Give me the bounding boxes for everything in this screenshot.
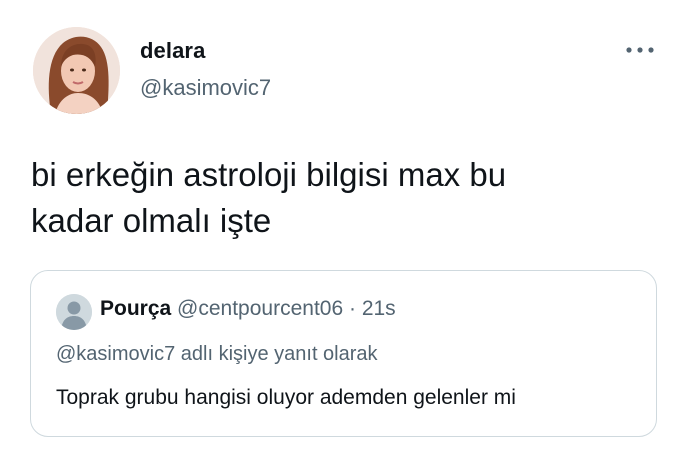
quoted-tweet-header: Pourça @centpourcent06 · 21s (100, 297, 396, 321)
quoted-tweet-time[interactable]: 21s (362, 297, 396, 320)
quoted-author-name[interactable]: Pourça (100, 297, 171, 320)
tweet-text: bi erkeğin astroloji bilgisi max bu kada… (31, 156, 507, 239)
author-display-name[interactable]: delara (140, 38, 205, 64)
default-profile-icon (56, 294, 92, 330)
quoted-tweet-text: Toprak grubu hangisi oluyor ademden gele… (56, 386, 516, 409)
header-separator: · (348, 297, 356, 320)
author-avatar[interactable] (33, 27, 120, 114)
more-horizontal-icon (626, 47, 654, 53)
more-button[interactable] (622, 38, 658, 62)
author-avatar-image (33, 27, 120, 114)
quoted-tweet-card[interactable]: Pourça @centpourcent06 · 21s @kasimovic7… (30, 270, 657, 437)
quoted-author-avatar[interactable] (56, 294, 92, 330)
quoted-author-handle[interactable]: @centpourcent06 (177, 297, 343, 320)
reply-context: @kasimovic7 adlı kişiye yanıt olarak (56, 343, 378, 365)
author-handle[interactable]: @kasimovic7 (140, 75, 271, 101)
